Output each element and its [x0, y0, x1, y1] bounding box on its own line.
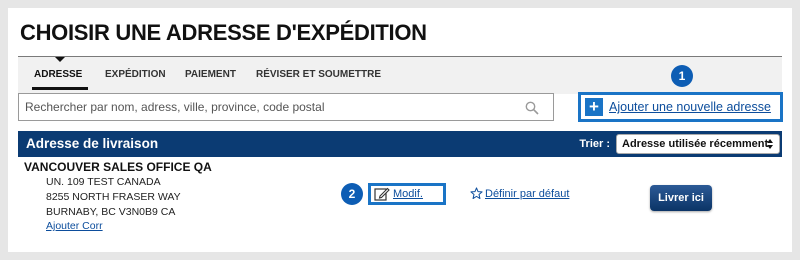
add-corr-link[interactable]: Ajouter Corr — [46, 220, 103, 232]
step-review-submit[interactable]: RÉVISER ET SOUMETTRE — [256, 69, 381, 80]
delivery-address-title: Adresse de livraison — [26, 136, 159, 151]
set-default-label: Définir par défaut — [485, 187, 570, 200]
sort-selected-value: Adresse utilisée récemment — [622, 138, 769, 150]
address-name: VANCOUVER SALES OFFICE QA — [24, 160, 212, 174]
address-line-2: 8255 NORTH FRASER WAY — [46, 191, 181, 203]
sort-select[interactable]: Adresse utilisée récemment — [616, 134, 780, 154]
address-line-1: UN. 109 TEST CANADA — [46, 176, 161, 188]
select-arrows-icon — [767, 139, 773, 149]
page-title: CHOISIR UNE ADRESSE D'EXPÉDITION — [20, 20, 427, 45]
step-payment[interactable]: PAIEMENT — [185, 69, 236, 80]
page-frame: CHOISIR UNE ADRESSE D'EXPÉDITION ADRESSE… — [8, 8, 792, 252]
edit-address-label: Modif. — [393, 188, 423, 200]
address-search — [18, 93, 554, 121]
sort-label: Trier : — [579, 138, 610, 150]
step-shipping[interactable]: EXPÉDITION — [105, 69, 166, 80]
checkout-steps: ADRESSE EXPÉDITION PAIEMENT RÉVISER ET S… — [18, 56, 782, 94]
delivery-address-header: Adresse de livraison Trier : Adresse uti… — [18, 131, 782, 157]
edit-address-button[interactable]: Modif. — [368, 183, 446, 205]
search-icon[interactable] — [525, 101, 539, 115]
add-new-address-button[interactable]: + Ajouter une nouvelle adresse — [578, 92, 783, 122]
edit-icon — [374, 187, 390, 201]
plus-icon: + — [585, 98, 603, 116]
step-address[interactable]: ADRESSE — [34, 69, 82, 80]
active-step-caret-icon — [55, 57, 65, 62]
set-default-link[interactable]: Définir par défaut — [470, 187, 569, 200]
callout-badge-1: 1 — [671, 65, 693, 87]
callout-badge-2: 2 — [341, 183, 363, 205]
address-line-3: BURNABY, BC V3N0B9 CA — [46, 206, 176, 218]
active-step-underline — [32, 87, 88, 90]
deliver-here-button[interactable]: Livrer ici — [650, 185, 712, 211]
star-icon — [470, 187, 483, 200]
search-input[interactable] — [19, 94, 519, 120]
add-new-address-label: Ajouter une nouvelle adresse — [609, 100, 771, 114]
